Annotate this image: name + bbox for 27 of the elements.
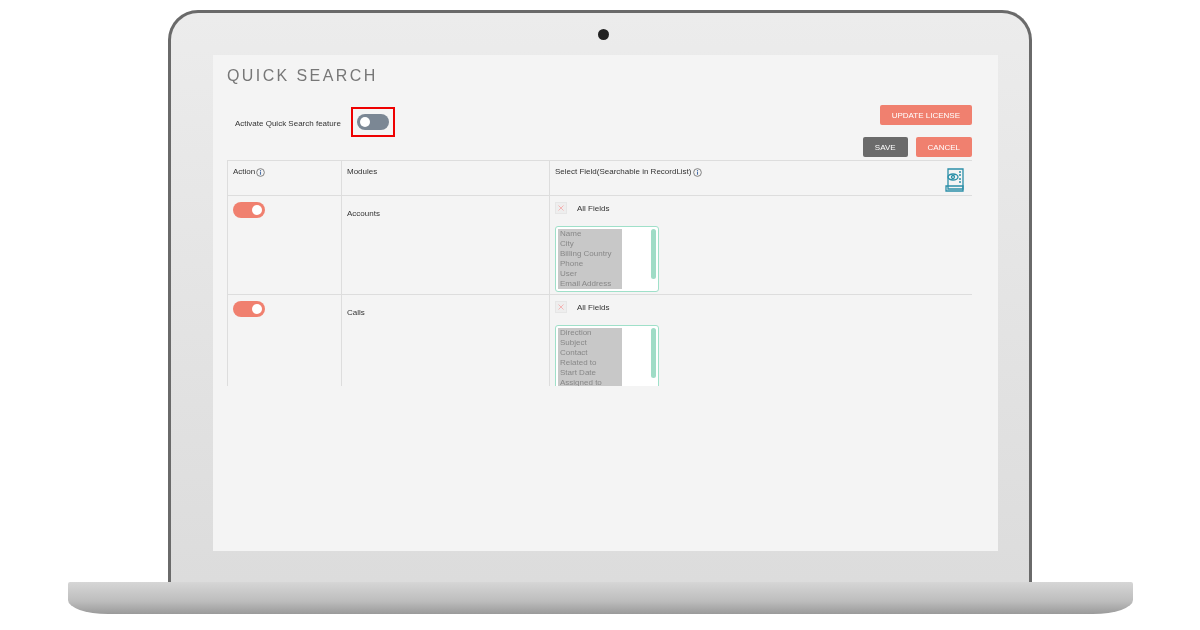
scrollbar[interactable] [651,328,656,378]
list-option[interactable]: Name [558,229,622,239]
camera-icon [597,28,609,40]
module-name: Accounts [347,209,380,218]
page-title: QUICK SEARCH [227,67,379,86]
save-button[interactable]: SAVE [862,137,908,157]
list-option[interactable]: Subject [558,338,622,348]
scrollbar[interactable] [651,229,656,279]
column-header: Modules [347,167,378,176]
column-header: Action [233,167,256,176]
list-option[interactable]: City [558,239,622,249]
checkbox-label: All Fields [577,302,610,312]
checkbox[interactable] [555,202,567,214]
feature-label: Activate Quick Search feature [235,119,341,128]
info-icon [692,168,702,177]
checkbox[interactable] [555,301,567,313]
cross-icon [556,203,566,213]
toggle-switch[interactable] [233,301,265,317]
column-header: Select Field(Searchable in RecordList) [555,167,692,176]
toggle-switch[interactable] [356,114,389,130]
toggle-switch[interactable] [233,202,265,218]
info-icon [256,168,266,177]
update-license-button[interactable]: UPDATE LICENSE [879,105,972,125]
checkbox-label: All Fields [577,203,610,213]
cross-icon [556,302,566,312]
module-name: Calls [347,308,365,317]
cancel-button[interactable]: CANCEL [915,137,972,157]
